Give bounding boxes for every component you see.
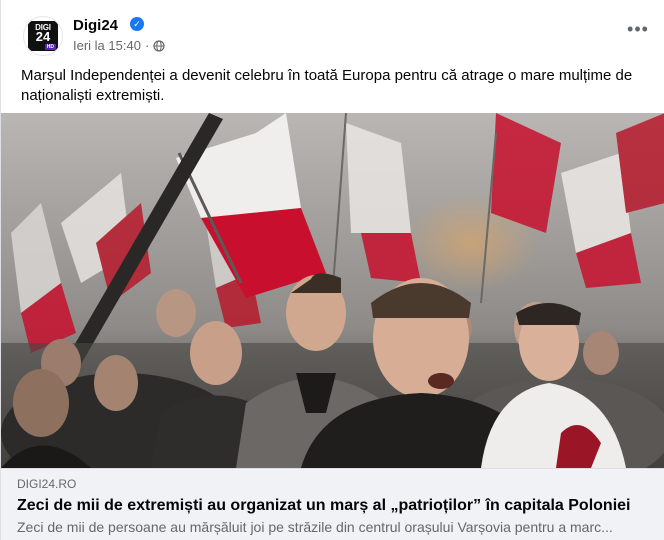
page-avatar[interactable]: DIGI 24 HD (23, 16, 63, 56)
globe-icon[interactable] (153, 39, 165, 52)
post-text: Marșul Independenței a devenit celebru î… (21, 67, 633, 104)
post-photo[interactable] (1, 113, 664, 468)
meta-separator: · (144, 38, 150, 53)
march-crowd-image (1, 113, 664, 468)
link-description: Zeci de mii de persoane au mărșăluit joi… (17, 519, 613, 535)
page-name-link[interactable]: Digi24 (73, 17, 118, 34)
link-title[interactable]: Zeci de mii de extremiști au organizat u… (17, 497, 657, 515)
logo-hd-badge: HD (44, 44, 56, 50)
verified-badge-icon: ✓ (130, 17, 144, 31)
post-meta: Ieri la 15:40 · (73, 38, 165, 53)
facebook-post: DIGI 24 HD Digi24 ✓ Ieri la 15:40 · ••• … (0, 0, 664, 540)
logo-text-num: 24 (35, 29, 51, 44)
post-header: DIGI 24 HD Digi24 ✓ Ieri la 15:40 · ••• (17, 10, 654, 56)
digi24-logo: DIGI 24 HD (28, 21, 58, 51)
link-domain: DIGI24.RO (17, 477, 77, 491)
post-timestamp[interactable]: Ieri la 15:40 (73, 38, 141, 53)
more-options-icon[interactable]: ••• (626, 20, 650, 40)
link-preview[interactable]: DIGI24.RO Zeci de mii de extremiști au o… (1, 468, 664, 540)
